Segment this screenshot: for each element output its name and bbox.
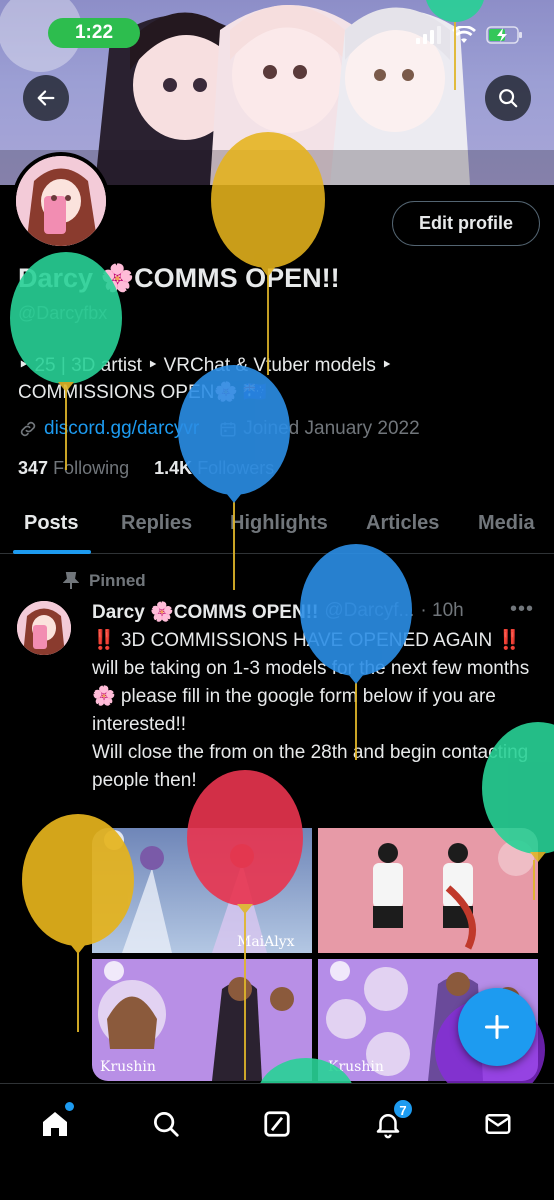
tab-replies[interactable]: Replies (121, 512, 192, 535)
calendar-icon (220, 422, 236, 437)
joined-date: Joined January 2022 (243, 418, 420, 439)
wifi-icon (452, 26, 476, 43)
plus-icon (484, 1014, 510, 1040)
profile-display-name: Darcy 🌸COMMS OPEN!! (18, 263, 340, 293)
search-button[interactable] (485, 75, 531, 121)
profile-website-link[interactable]: discord.gg/darcyvr (44, 418, 199, 440)
follow-stats: 347 Following 1.4K Followers (18, 458, 274, 479)
post-author-name[interactable]: Darcy 🌸COMMS OPEN!! (92, 600, 318, 624)
followers-count: 1.4K (154, 458, 193, 478)
cellular-signal-icon (416, 26, 441, 44)
more-horizontal-icon[interactable]: ••• (510, 598, 534, 621)
tab-media[interactable]: Media (478, 512, 535, 535)
media-caption: MaiAlyx (237, 934, 295, 950)
unread-dot (65, 1102, 74, 1111)
bio-line: COMMISSIONS OPEN🌸 🇦🇺 (18, 382, 267, 403)
bottom-nav: 7 (0, 1083, 554, 1200)
status-bar: 1:22 (0, 0, 554, 60)
post-time: · 10h (420, 600, 464, 621)
link-icon (20, 421, 36, 437)
edit-profile-button[interactable]: Edit profile (392, 201, 540, 246)
status-icons (416, 24, 524, 46)
following-count: 347 (18, 458, 49, 478)
media-caption: Krushin (328, 1059, 384, 1075)
pinned-label: Pinned (89, 571, 146, 590)
media-caption: Krushin (100, 1059, 156, 1075)
active-tab-indicator (13, 550, 91, 554)
nav-notifications[interactable]: 7 (368, 1098, 414, 1144)
grok-icon (264, 1111, 290, 1137)
followers-link[interactable]: 1.4K Followers (154, 458, 274, 478)
bio-line: ‣ 25 | 3D artist ‣ VRChat & Vtuber model… (18, 355, 393, 376)
pin-icon (63, 572, 79, 589)
media-image[interactable]: MaiAlyx (92, 828, 312, 953)
following-label: Following (53, 458, 130, 478)
media-image[interactable] (318, 828, 538, 953)
profile-joined: Joined January 2022 (219, 418, 420, 440)
home-icon (43, 1112, 67, 1136)
nav-explore[interactable] (146, 1104, 186, 1144)
nav-home[interactable] (35, 1102, 75, 1144)
search-icon (499, 89, 518, 108)
post-avatar[interactable] (17, 601, 71, 655)
post-text: ‼️ 3D COMMISSIONS HAVE OPENED AGAIN ‼️ w… (92, 630, 530, 791)
pinned-indicator: Pinned (63, 571, 146, 591)
back-button[interactable] (23, 75, 69, 121)
notification-badge: 7 (392, 1098, 414, 1120)
tab-highlights[interactable]: Highlights (230, 512, 328, 535)
profile-avatar[interactable] (12, 152, 110, 250)
followers-label: Followers (197, 458, 275, 478)
following-link[interactable]: 347 Following (18, 458, 134, 478)
status-time: 1:22 (48, 18, 140, 48)
profile-bio: ‣ 25 | 3D artist ‣ VRChat & Vtuber model… (18, 352, 538, 406)
battery-charging-icon (486, 26, 522, 44)
post-author-handle[interactable]: @Darcyf... (324, 600, 414, 624)
search-icon (154, 1112, 179, 1137)
nav-grok[interactable] (257, 1104, 297, 1144)
profile-handle: @Darcyfbx (18, 303, 108, 323)
nav-messages[interactable] (478, 1104, 518, 1144)
media-image[interactable]: Krushin (92, 959, 312, 1081)
profile-tabs: Posts Replies Highlights Articles Media (0, 498, 554, 554)
tab-articles[interactable]: Articles (366, 512, 439, 535)
compose-post-button[interactable] (458, 988, 536, 1066)
tab-posts[interactable]: Posts (24, 512, 78, 535)
arrow-left-icon (37, 90, 55, 106)
post-header: Darcy 🌸COMMS OPEN!! @Darcyf... · 10h (92, 600, 464, 624)
mail-icon (485, 1114, 511, 1134)
profile-meta: discord.gg/darcyvr Joined January 2022 (18, 418, 420, 440)
